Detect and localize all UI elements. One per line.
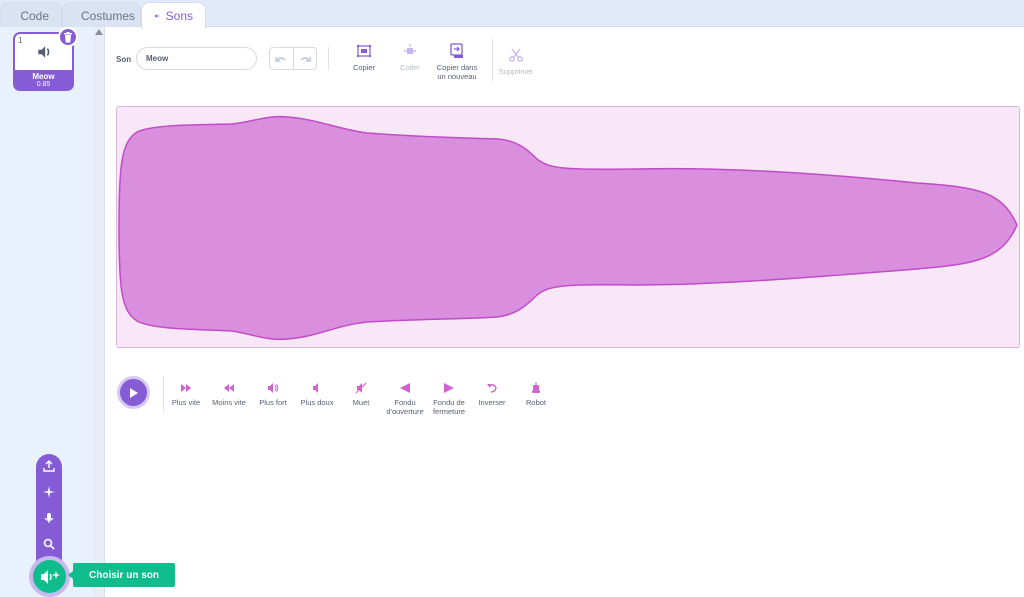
toolbar-divider: [328, 47, 329, 70]
rewind-icon: [224, 384, 234, 392]
effect-faster[interactable]: Plus vite: [168, 382, 204, 407]
delete-button[interactable]: Supprimer: [498, 47, 534, 76]
effect-label: Fondu d'ouverture: [386, 398, 424, 416]
copy-to-new-icon: [450, 43, 463, 58]
effect-louder[interactable]: Plus fort: [256, 382, 290, 407]
effect-label: Plus fort: [259, 398, 287, 407]
effect-fade-out[interactable]: Fondu de fermeture: [430, 382, 468, 416]
sound-index: 1: [18, 36, 23, 45]
copy-button[interactable]: Copier: [351, 43, 377, 72]
copy-label: Copier: [352, 63, 376, 72]
effect-reverse[interactable]: Inverser: [476, 382, 508, 407]
copy-to-new-label: Copier dans un nouveau: [436, 63, 478, 81]
waveform-panel[interactable]: [116, 106, 1020, 348]
tab-sounds-label: Sons: [165, 9, 193, 23]
add-sound-menu: [36, 454, 62, 564]
effect-label: Robot: [525, 398, 546, 407]
sound-name-input[interactable]: [136, 47, 257, 70]
scrollbar[interactable]: [93, 27, 105, 597]
choose-sound-tooltip: Choisir un son: [68, 563, 175, 587]
effect-label: Inverser: [478, 398, 506, 407]
sound-name-label: Son: [116, 55, 132, 64]
choose-sound-search-button[interactable]: [42, 537, 56, 551]
waveform: [118, 115, 1018, 341]
redo-button[interactable]: [292, 48, 317, 69]
tab-code-label: Code: [20, 8, 49, 23]
effect-softer[interactable]: Plus doux: [298, 382, 336, 407]
scroll-up-arrow[interactable]: [95, 29, 103, 35]
paste-icon: [404, 44, 416, 54]
microphone-icon: [44, 513, 54, 523]
effect-fade-in[interactable]: Fondu d'ouverture: [385, 382, 425, 416]
louder-icon: [268, 383, 279, 393]
robot-icon: [532, 382, 540, 393]
effects-divider: [163, 376, 164, 412]
paste-label: Coller: [400, 63, 420, 72]
effect-label: Muet: [352, 398, 370, 407]
reverse-icon: [487, 384, 497, 393]
effect-label: Plus doux: [300, 398, 334, 407]
mute-icon: [355, 382, 367, 394]
effect-label: Fondu de fermeture: [432, 398, 466, 416]
undo-button[interactable]: [270, 48, 293, 69]
tab-sounds[interactable]: Sons: [141, 2, 206, 29]
search-icon: [43, 538, 55, 550]
effect-robot[interactable]: Robot: [522, 382, 550, 407]
add-sound-icon: [40, 569, 60, 584]
fade-in-icon: [400, 383, 410, 393]
editor-tabs: Code Costumes Sons: [0, 0, 1024, 29]
record-button[interactable]: [42, 511, 56, 525]
upload-sound-button[interactable]: [42, 459, 56, 473]
play-icon: [129, 387, 138, 398]
code-icon: [13, 15, 15, 16]
effect-label: Moins vite: [212, 398, 246, 407]
speaker-icon: [154, 13, 159, 19]
toolbar-divider: [492, 39, 493, 81]
redo-icon: [300, 56, 311, 62]
play-button[interactable]: [117, 376, 150, 409]
effect-label: Plus vite: [171, 398, 201, 407]
scissors-icon: [509, 48, 523, 62]
tab-code[interactable]: Code: [0, 2, 62, 28]
copy-icon: [356, 44, 372, 58]
delete-label: Supprimer: [498, 67, 534, 76]
copy-to-new-button[interactable]: Copier dans un nouveau: [435, 43, 479, 81]
tab-costumes-label: Costumes: [81, 8, 136, 23]
choose-sound-button[interactable]: [29, 556, 70, 597]
speaker-icon: [37, 46, 49, 58]
undo-redo-group: [269, 47, 317, 70]
delete-sound-button[interactable]: [58, 27, 78, 47]
effect-mute[interactable]: Muet: [348, 382, 374, 407]
surprise-icon: [43, 486, 55, 498]
sound-name: Meow: [32, 72, 55, 81]
upload-icon: [43, 460, 55, 472]
tab-costumes[interactable]: Costumes: [62, 2, 141, 28]
trash-icon: [64, 31, 72, 42]
undo-icon: [275, 56, 286, 62]
fade-out-icon: [444, 383, 454, 393]
effect-slower[interactable]: Moins vite: [210, 382, 248, 407]
fast-forward-icon: [181, 384, 191, 392]
surprise-button[interactable]: [42, 485, 56, 499]
softer-icon: [313, 383, 318, 393]
paste-button[interactable]: Coller: [398, 43, 422, 72]
sound-editor: Son Copier Coller Copier dans un nouveau…: [105, 27, 1024, 597]
sound-duration: 0.85: [36, 81, 51, 88]
